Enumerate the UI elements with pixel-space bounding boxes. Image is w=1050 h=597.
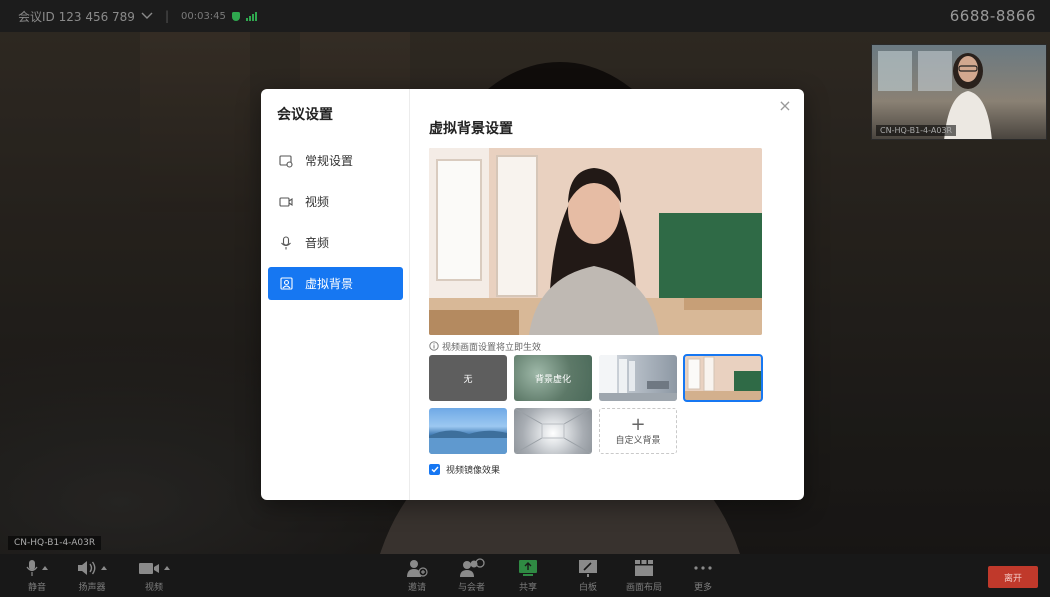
background-option-label: 无 — [463, 374, 473, 385]
preview-scene — [429, 148, 762, 335]
layout-label: 画面布局 — [626, 583, 663, 593]
background-option-office[interactable] — [599, 355, 677, 401]
separator: | — [164, 9, 169, 23]
settings-content: × 虚拟背景设置 视频画面设置将立即生效 无 背景虚化 + 自定义背景 视频镜像… — [410, 89, 804, 500]
self-view-thumbnail[interactable]: CN-HQ-B1-4-A03R — [871, 44, 1047, 140]
meeting-duration: 00:03:45 — [180, 10, 226, 22]
whiteboard-label: 白板 — [578, 583, 597, 593]
mirror-checkbox[interactable] — [429, 464, 440, 475]
video-label: 视频 — [144, 583, 163, 593]
more-button[interactable]: 更多 — [693, 558, 713, 593]
plus-icon: + — [630, 413, 646, 435]
share-screen-icon — [519, 560, 537, 576]
meeting-id[interactable]: 会议ID 123 456 789 — [18, 8, 135, 25]
info-icon — [429, 341, 439, 351]
meeting-info[interactable]: 会议ID 123 456 789 | 00:03:45 — [18, 8, 257, 25]
video-options-caret-icon[interactable] — [164, 566, 170, 570]
speaker-icon — [78, 561, 96, 575]
invite-user-icon — [407, 560, 428, 577]
settings-note-text: 视频画面设置将立即生效 — [442, 342, 542, 353]
participants-icon — [459, 558, 485, 577]
participant-name-label: CN-HQ-B1-4-A03R — [8, 536, 102, 550]
layout-grid-icon — [635, 560, 653, 576]
thumbnail-window — [878, 51, 912, 91]
invite-label: 邀请 — [407, 583, 426, 593]
background-option-blur[interactable]: 背景虚化 — [514, 355, 592, 401]
settings-sidebar: 会议设置 常规设置 视频 音频 虚拟背景 — [261, 89, 410, 500]
camera-preview — [429, 148, 762, 335]
mirror-effect-option[interactable]: 视频镜像效果 — [429, 463, 804, 476]
microphone-icon — [279, 235, 293, 250]
meeting-top-bar: 会议ID 123 456 789 | 00:03:45 6688-8866 — [0, 0, 1050, 32]
sidebar-item-label: 音频 — [305, 236, 330, 250]
layout-button[interactable]: 画面布局 — [626, 558, 662, 593]
settings-icon — [279, 154, 293, 168]
background-option-lake[interactable] — [429, 408, 507, 454]
sidebar-item-general[interactable]: 常规设置 — [268, 144, 403, 177]
sidebar-item-label: 视频 — [305, 195, 330, 209]
invite-button[interactable]: 邀请 — [406, 558, 428, 593]
share-label: 共享 — [518, 583, 537, 593]
camera-icon — [279, 195, 293, 209]
sidebar-item-video[interactable]: 视频 — [268, 185, 403, 218]
chevron-down-icon[interactable] — [141, 12, 153, 20]
speaker-options-caret-icon[interactable] — [101, 566, 107, 570]
leave-button[interactable]: 离开 — [988, 566, 1038, 588]
settings-sidebar-title: 会议设置 — [277, 107, 333, 123]
speaker-button[interactable]: 扬声器 — [77, 558, 107, 593]
video-camera-icon — [139, 563, 159, 574]
share-button[interactable]: 共享 — [518, 558, 538, 593]
portrait-icon — [279, 277, 293, 291]
secure-shield-icon — [231, 11, 240, 21]
background-option-classroom[interactable] — [683, 354, 763, 402]
microphone-icon — [26, 560, 38, 576]
lake-scene-thumbnail — [429, 430, 507, 454]
background-options-grid: 无 背景虚化 + 自定义背景 — [429, 354, 804, 454]
more-dots-icon — [694, 566, 712, 570]
sidebar-item-virtual-background[interactable]: 虚拟背景 — [268, 267, 403, 300]
participants-label: 与会者 — [458, 583, 486, 593]
meeting-settings-dialog: 会议设置 常规设置 视频 音频 虚拟背景 × 虚拟背景设置 视频画面设置将立即生… — [261, 89, 804, 500]
more-label: 更多 — [693, 583, 712, 593]
speaker-label: 扬声器 — [78, 583, 106, 593]
mute-button[interactable]: 静音 — [26, 558, 48, 593]
top-right-number: 6688-8866 — [949, 7, 1036, 25]
settings-note: 视频画面设置将立即生效 — [429, 339, 804, 353]
signal-strength-icon — [245, 11, 257, 21]
background-option-label: 背景虚化 — [534, 374, 571, 385]
content-title: 虚拟背景设置 — [429, 121, 513, 137]
sidebar-item-audio[interactable]: 音频 — [268, 226, 403, 259]
background-option-none[interactable]: 无 — [429, 355, 507, 401]
tunnel-scene-thumbnail — [514, 408, 592, 454]
custom-background-label: 自定义背景 — [615, 435, 661, 446]
bottom-toolbar: 静音 扬声器 视频 邀请 与会者 共享 白板 画面布局 更多 离开 — [0, 554, 1050, 597]
mute-label: 静音 — [27, 583, 46, 593]
close-icon[interactable]: × — [778, 98, 792, 114]
mirror-label: 视频镜像效果 — [446, 466, 501, 476]
sidebar-item-label: 常规设置 — [305, 154, 354, 168]
thumbnail-name-label: CN-HQ-B1-4-A03R — [876, 125, 957, 136]
sidebar-item-label: 虚拟背景 — [305, 277, 354, 291]
add-custom-background-button[interactable]: + 自定义背景 — [599, 408, 677, 454]
video-button[interactable]: 视频 — [138, 558, 170, 593]
checkmark-icon — [431, 466, 439, 473]
mute-options-caret-icon[interactable] — [42, 566, 48, 570]
background-option-tunnel[interactable] — [514, 408, 592, 454]
classroom-scene-thumbnail — [684, 355, 762, 401]
whiteboard-icon — [579, 560, 597, 577]
participants-button[interactable]: 与会者 — [458, 558, 485, 593]
office-scene-thumbnail — [599, 355, 677, 401]
whiteboard-button[interactable]: 白板 — [578, 558, 598, 593]
